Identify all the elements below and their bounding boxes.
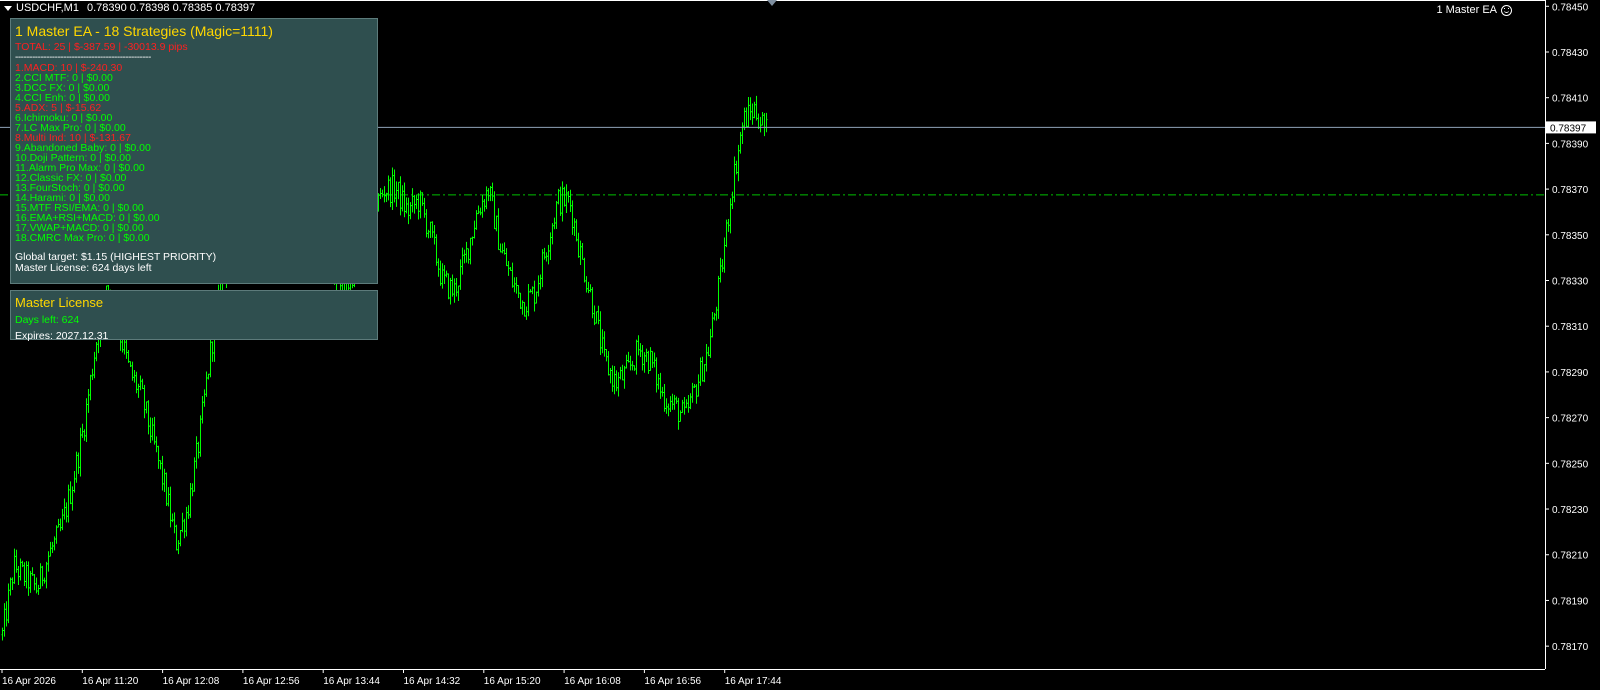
total-line: TOTAL: 25 | $-387.59 | -30013.9 pips	[15, 41, 188, 53]
price-axis-label: 0.78190	[1552, 596, 1589, 607]
time-axis-label: 16 Apr 17:44	[725, 676, 782, 687]
license-expires: Expires: 2027.12.31	[15, 330, 109, 342]
price-axis-label: 0.78370	[1552, 185, 1589, 196]
time-axis-label: 16 Apr 12:08	[163, 676, 220, 687]
price-axis-label: 0.78350	[1552, 231, 1589, 242]
license-days-line: Master License: 624 days left	[15, 261, 152, 274]
strategy-list: 1.MACD: 10 | $-240.30 2.CCI MTF: 0 | $0.0…	[15, 63, 373, 244]
price-axis-label: 0.78210	[1552, 551, 1589, 562]
license-days-left: Days left: 624	[15, 314, 80, 326]
chart-shift-marker-icon	[767, 0, 777, 6]
time-axis-label: 16 Apr 12:56	[243, 676, 300, 687]
time-axis-label: 16 Apr 15:20	[484, 676, 541, 687]
symbol-label: USDCHF,M1	[16, 2, 79, 14]
license-panel: Master License Days left: 624 Expires: 2…	[10, 290, 378, 342]
time-axis-label: 16 Apr 2026	[2, 676, 56, 687]
price-axis-label: 0.78250	[1552, 459, 1589, 470]
price-axis-label: 0.78270	[1552, 414, 1589, 425]
symbol-header: USDCHF,M1 0.78390 0.78398 0.78385 0.7839…	[4, 2, 255, 14]
ea-strategy-panel: 1 Master EA - 18 Strategies (Magic=1111)…	[10, 18, 378, 284]
price-axis-label: 0.78410	[1552, 94, 1589, 105]
price-axis-label: 0.78430	[1552, 48, 1589, 59]
time-axis-label: 16 Apr 16:56	[644, 676, 701, 687]
ea-name-label: 1 Master EA	[1436, 4, 1497, 16]
time-axis-label: 16 Apr 14:32	[404, 676, 461, 687]
price-axis-label: 0.78310	[1552, 322, 1589, 333]
time-axis-label: 16 Apr 11:20	[82, 676, 138, 687]
global-target-line: Global target: $1.15 (HIGHEST PRIORITY)	[15, 251, 217, 263]
price-axis-label: 0.78330	[1552, 277, 1589, 288]
license-panel-title: Master License	[15, 295, 104, 310]
collapse-triangle-icon[interactable]	[4, 5, 12, 11]
price-axis-label: 0.78450	[1552, 2, 1589, 13]
smiley-icon	[1501, 4, 1512, 16]
price-axis-label: 0.78230	[1552, 505, 1589, 516]
strategy-row: 18.CMRC Max Pro: 0 | $0.00	[15, 232, 150, 244]
time-axis-label: 16 Apr 13:44	[323, 676, 380, 687]
time-axis-label: 16 Apr 16:08	[564, 676, 621, 687]
ea-indicator[interactable]: 1 Master EA	[1436, 4, 1512, 16]
price-axis-label: 0.78170	[1552, 642, 1589, 653]
ohlc-values: 0.78390 0.78398 0.78385 0.78397	[86, 2, 256, 14]
current-price-label: 0.78397	[1550, 123, 1587, 134]
price-axis-label: 0.78290	[1552, 368, 1589, 379]
ea-panel-title: 1 Master EA - 18 Strategies (Magic=1111)	[15, 23, 273, 39]
price-axis-label: 0.78390	[1552, 139, 1589, 150]
